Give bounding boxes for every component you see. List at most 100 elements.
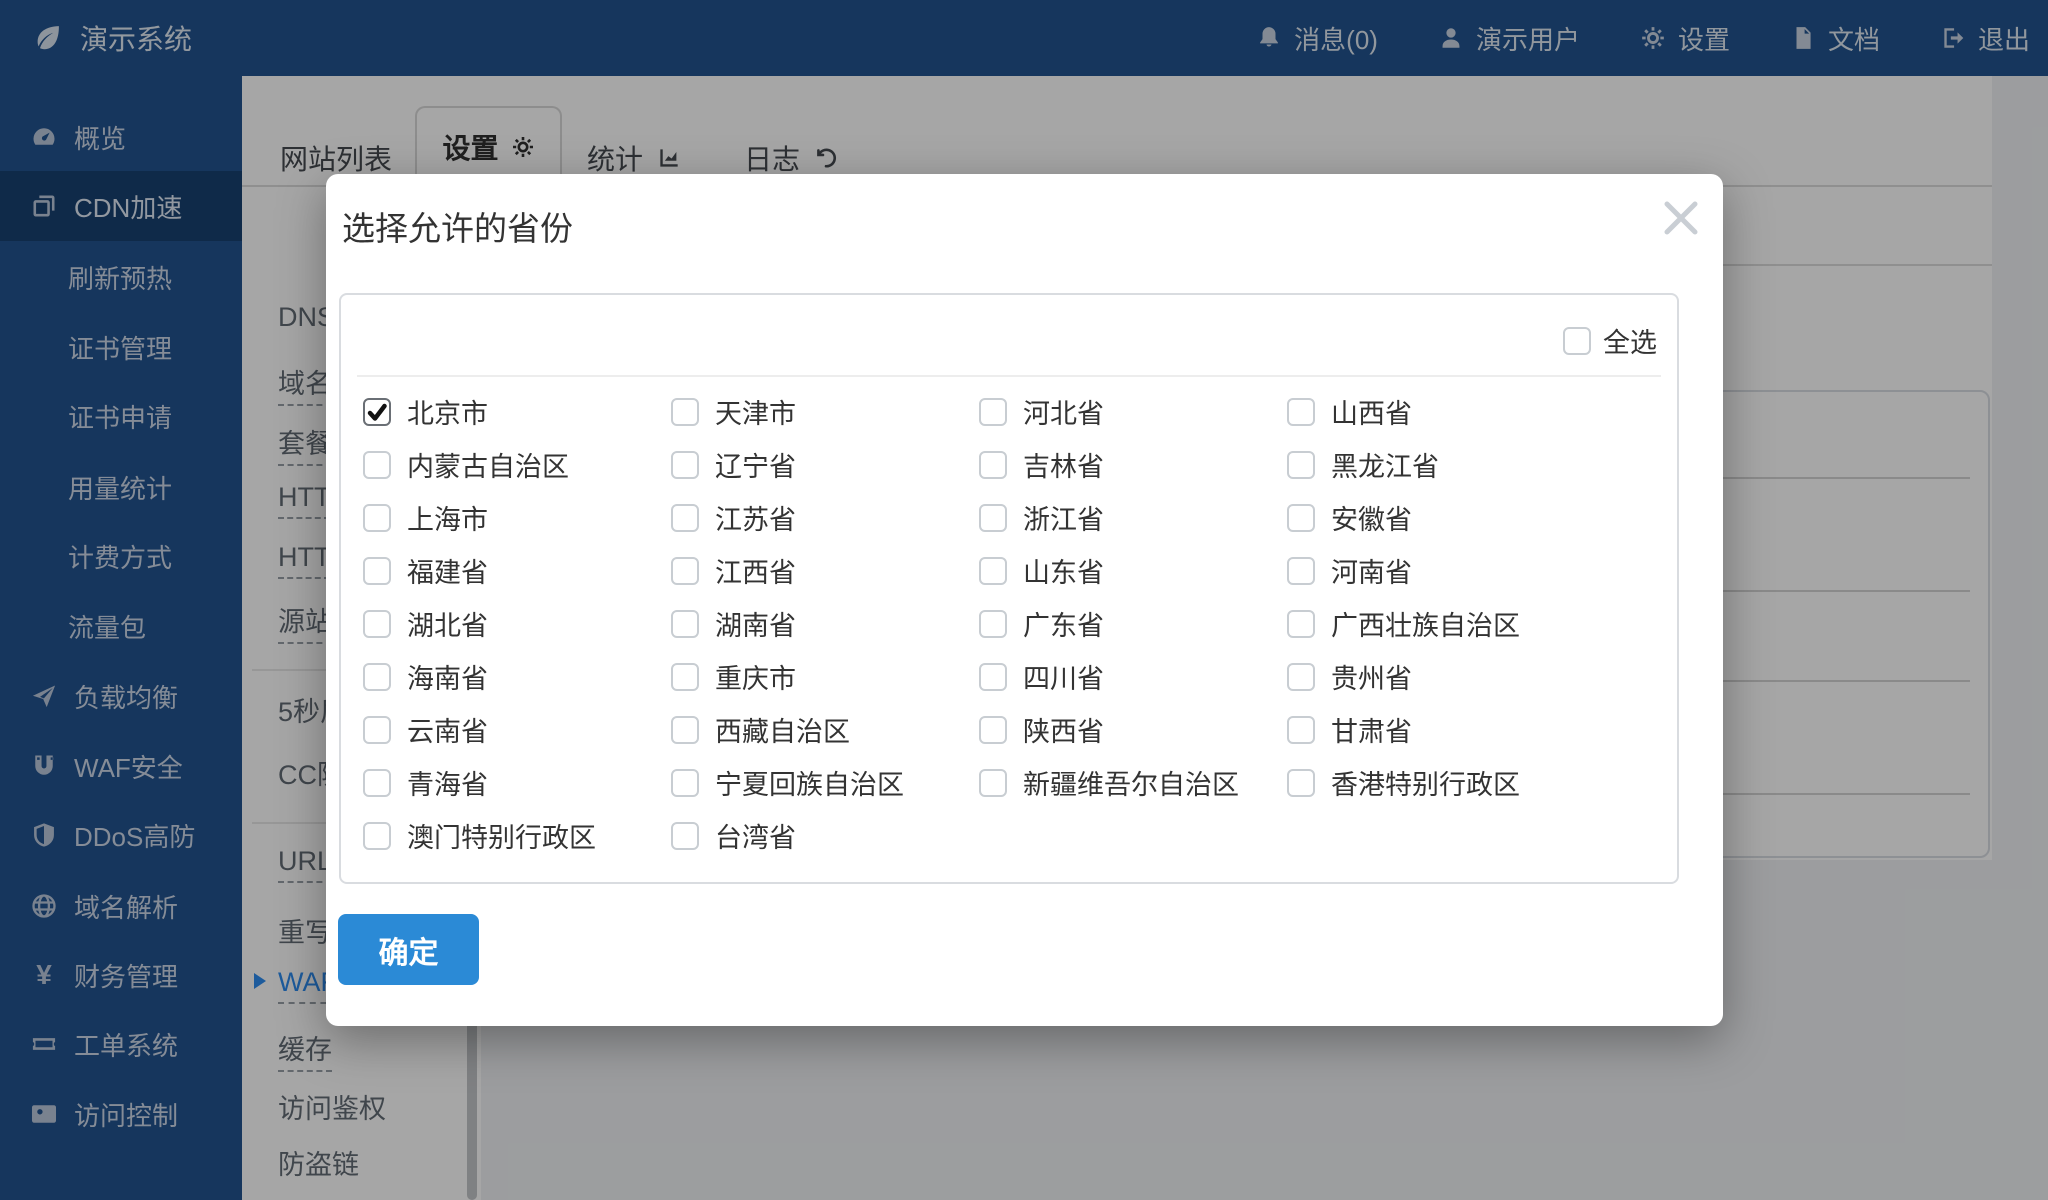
checkbox[interactable] [979, 557, 1007, 585]
close-icon[interactable] [1659, 196, 1703, 240]
province-label: 新疆维吾尔自治区 [1023, 763, 1239, 802]
province-checkbox-item[interactable]: 甘肃省 [1287, 703, 1595, 756]
checkbox[interactable] [979, 398, 1007, 426]
province-checkbox-item[interactable]: 山东省 [979, 544, 1287, 597]
checkbox[interactable] [671, 398, 699, 426]
province-label: 黑龙江省 [1331, 445, 1439, 484]
province-checkbox-item[interactable]: 贵州省 [1287, 650, 1595, 703]
province-label: 天津市 [715, 392, 796, 431]
checkbox[interactable] [671, 557, 699, 585]
province-label: 河北省 [1023, 392, 1104, 431]
checkbox[interactable] [671, 716, 699, 744]
checkbox[interactable] [1287, 504, 1315, 532]
checkbox[interactable] [1287, 769, 1315, 797]
province-checkbox-item[interactable]: 江西省 [671, 544, 979, 597]
province-checkbox-item[interactable]: 广西壮族自治区 [1287, 597, 1595, 650]
province-label: 辽宁省 [715, 445, 796, 484]
province-checkbox-item[interactable]: 内蒙古自治区 [363, 438, 671, 491]
province-checkbox-item[interactable]: 辽宁省 [671, 438, 979, 491]
checkbox[interactable] [979, 451, 1007, 479]
confirm-button[interactable]: 确定 [338, 914, 479, 985]
province-list-box: 全选 北京市 天津市 河北省 山西省 内蒙古自治区 辽宁省 吉林省 黑龙江省 上… [339, 293, 1679, 884]
province-checkbox-item[interactable]: 重庆市 [671, 650, 979, 703]
province-checkbox-item[interactable]: 河南省 [1287, 544, 1595, 597]
checkbox[interactable] [363, 451, 391, 479]
province-label: 北京市 [407, 392, 488, 431]
province-checkbox-item[interactable]: 青海省 [363, 756, 671, 809]
province-label: 安徽省 [1331, 498, 1412, 537]
province-checkbox-item[interactable]: 湖北省 [363, 597, 671, 650]
checkbox[interactable] [363, 716, 391, 744]
province-label: 江西省 [715, 551, 796, 590]
province-checkbox-item[interactable]: 山西省 [1287, 385, 1595, 438]
checkbox[interactable] [1287, 451, 1315, 479]
checkbox[interactable] [671, 822, 699, 850]
province-label: 内蒙古自治区 [407, 445, 569, 484]
checkbox[interactable] [979, 769, 1007, 797]
province-checkbox-item[interactable]: 云南省 [363, 703, 671, 756]
province-checkbox-item[interactable]: 宁夏回族自治区 [671, 756, 979, 809]
province-label: 青海省 [407, 763, 488, 802]
checkbox[interactable] [671, 769, 699, 797]
checkbox[interactable] [363, 822, 391, 850]
checkbox[interactable] [1287, 663, 1315, 691]
province-grid: 北京市 天津市 河北省 山西省 内蒙古自治区 辽宁省 吉林省 黑龙江省 上海市 … [363, 385, 1595, 862]
province-checkbox-item[interactable]: 上海市 [363, 491, 671, 544]
province-label: 广西壮族自治区 [1331, 604, 1520, 643]
province-checkbox-item[interactable]: 广东省 [979, 597, 1287, 650]
province-checkbox-item[interactable]: 澳门特别行政区 [363, 809, 671, 862]
province-label: 山东省 [1023, 551, 1104, 590]
checkbox[interactable] [1287, 557, 1315, 585]
checkbox[interactable] [671, 451, 699, 479]
province-checkbox-item[interactable]: 浙江省 [979, 491, 1287, 544]
province-checkbox-item[interactable]: 西藏自治区 [671, 703, 979, 756]
checkbox[interactable] [979, 610, 1007, 638]
checkbox[interactable] [671, 610, 699, 638]
province-label: 台湾省 [715, 816, 796, 855]
province-checkbox-item[interactable]: 北京市 [363, 385, 671, 438]
checkbox[interactable] [363, 663, 391, 691]
checkbox[interactable] [979, 716, 1007, 744]
province-label: 云南省 [407, 710, 488, 749]
checkbox[interactable] [363, 610, 391, 638]
province-checkbox-item[interactable]: 吉林省 [979, 438, 1287, 491]
checkbox[interactable] [671, 663, 699, 691]
checkbox[interactable] [363, 504, 391, 532]
province-label: 宁夏回族自治区 [715, 763, 904, 802]
province-checkbox-item[interactable]: 海南省 [363, 650, 671, 703]
province-checkbox-item[interactable]: 江苏省 [671, 491, 979, 544]
province-checkbox-item[interactable]: 四川省 [979, 650, 1287, 703]
province-label: 甘肃省 [1331, 710, 1412, 749]
province-checkbox-item[interactable]: 湖南省 [671, 597, 979, 650]
province-checkbox-item[interactable]: 陕西省 [979, 703, 1287, 756]
province-checkbox-item[interactable]: 安徽省 [1287, 491, 1595, 544]
province-checkbox-item[interactable]: 新疆维吾尔自治区 [979, 756, 1287, 809]
app-root: 演示系统 消息(0) 演示用户 设置 文档 退出 [0, 0, 2048, 1200]
province-label: 四川省 [1023, 657, 1104, 696]
province-checkbox-item[interactable]: 河北省 [979, 385, 1287, 438]
checkbox[interactable] [363, 557, 391, 585]
province-label: 福建省 [407, 551, 488, 590]
checkbox[interactable] [671, 504, 699, 532]
checkbox[interactable] [979, 504, 1007, 532]
province-checkbox-item[interactable]: 天津市 [671, 385, 979, 438]
province-label: 湖北省 [407, 604, 488, 643]
select-all-item[interactable]: 全选 [1563, 321, 1657, 360]
province-label: 西藏自治区 [715, 710, 850, 749]
province-checkbox-item[interactable]: 黑龙江省 [1287, 438, 1595, 491]
province-label: 贵州省 [1331, 657, 1412, 696]
province-label: 重庆市 [715, 657, 796, 696]
province-checkbox-item[interactable]: 台湾省 [671, 809, 979, 862]
checkbox[interactable] [1287, 398, 1315, 426]
province-checkbox-item[interactable]: 福建省 [363, 544, 671, 597]
province-checkbox-item[interactable]: 香港特别行政区 [1287, 756, 1595, 809]
province-label: 海南省 [407, 657, 488, 696]
select-all-checkbox[interactable] [1563, 327, 1591, 355]
checkbox[interactable] [363, 398, 391, 426]
checkbox[interactable] [1287, 610, 1315, 638]
checkbox[interactable] [1287, 716, 1315, 744]
dialog-title: 选择允许的省份 [342, 202, 573, 250]
province-label: 浙江省 [1023, 498, 1104, 537]
checkbox[interactable] [979, 663, 1007, 691]
checkbox[interactable] [363, 769, 391, 797]
